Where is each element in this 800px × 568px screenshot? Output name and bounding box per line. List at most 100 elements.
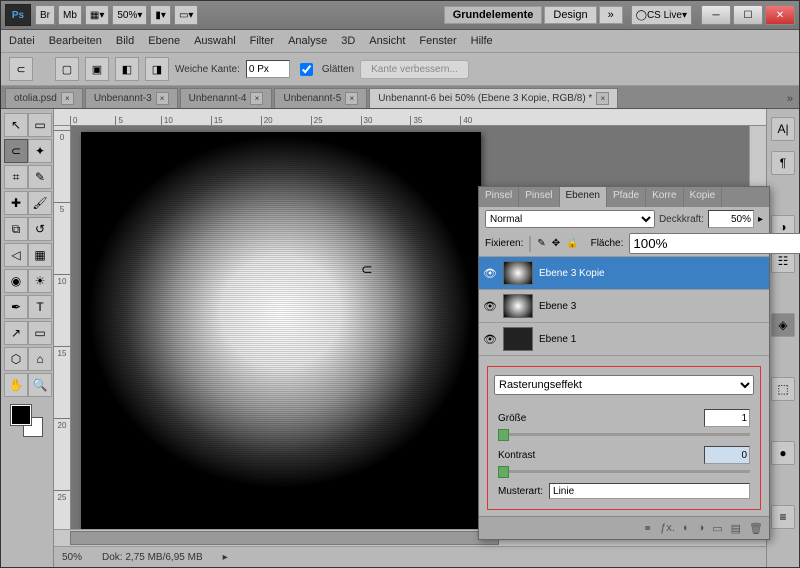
layer-thumb[interactable]	[503, 327, 533, 351]
visibility-icon[interactable]: 👁	[483, 300, 497, 313]
minibridge-btn[interactable]: Mb	[58, 5, 82, 25]
sel-intersect-icon[interactable]: ◨	[145, 57, 169, 81]
bridge-btn[interactable]: Br	[35, 5, 55, 25]
blend-mode-select[interactable]: Normal	[485, 210, 655, 228]
layers-panel-icon[interactable]: ◈	[771, 313, 795, 337]
pen-tool[interactable]: ✒	[4, 295, 28, 319]
tab-unbenannt6[interactable]: Unbenannt-6 bei 50% (Ebene 3 Kopie, RGB/…	[369, 88, 618, 108]
adjustment-icon[interactable]: ◑	[698, 522, 705, 534]
paragraph-panel-icon[interactable]: ¶	[771, 151, 795, 175]
menu-analyse[interactable]: Analyse	[288, 35, 327, 47]
workspace-more[interactable]: »	[599, 6, 623, 24]
close-icon[interactable]: ×	[156, 92, 169, 105]
menu-hilfe[interactable]: Hilfe	[471, 35, 493, 47]
layer-row[interactable]: 👁 Ebene 1	[479, 323, 769, 356]
lock-brush-icon[interactable]: ✎	[537, 238, 545, 249]
stamp-tool[interactable]: ⧉	[4, 217, 28, 241]
move-tool[interactable]: ↖	[4, 113, 28, 137]
presets-panel-icon[interactable]: ≡	[771, 505, 795, 529]
mask-icon[interactable]: ◐	[683, 522, 690, 534]
tab-kopie[interactable]: Kopie	[684, 187, 723, 207]
layer-row[interactable]: 👁 Ebene 3 Kopie	[479, 257, 769, 290]
close-icon[interactable]: ×	[596, 92, 609, 105]
menu-filter[interactable]: Filter	[250, 35, 274, 47]
effect-select[interactable]: Rasterungseffekt	[494, 375, 754, 395]
folder-icon[interactable]: ▭	[712, 522, 722, 535]
zoom-level-btn[interactable]: 50% ▾	[112, 5, 147, 25]
tab-otolia[interactable]: otolia.psd×	[5, 88, 83, 108]
feather-input[interactable]	[246, 60, 290, 78]
fx-icon[interactable]: ƒx.	[660, 522, 675, 534]
layer-row[interactable]: 👁 Ebene 3	[479, 290, 769, 323]
color-swatch[interactable]	[11, 405, 43, 437]
tab-korre[interactable]: Korre	[646, 187, 683, 207]
size-slider[interactable]	[498, 433, 750, 436]
new-layer-icon[interactable]: ▤	[731, 522, 741, 535]
heal-tool[interactable]: ✚	[4, 191, 28, 215]
tab-unbenannt3[interactable]: Unbenannt-3×	[85, 88, 178, 108]
visibility-icon[interactable]: 👁	[483, 267, 497, 280]
layer-thumb[interactable]	[503, 294, 533, 318]
opacity-input[interactable]	[708, 210, 754, 228]
menu-bild[interactable]: Bild	[116, 35, 134, 47]
gradient-tool[interactable]: ▦	[28, 243, 52, 267]
sel-new-icon[interactable]: ▢	[55, 57, 79, 81]
screenmode-btn[interactable]: ▭▾	[174, 5, 198, 25]
menu-auswahl[interactable]: Auswahl	[194, 35, 236, 47]
chevron-icon[interactable]: ▸	[758, 214, 763, 225]
blur-tool[interactable]: ◉	[4, 269, 28, 293]
dodge-tool[interactable]: ☀	[28, 269, 52, 293]
menu-ebene[interactable]: Ebene	[148, 35, 180, 47]
crop-tool[interactable]: ⌗	[4, 165, 28, 189]
lasso-tool[interactable]: ⊂	[4, 139, 28, 163]
tab-pfade[interactable]: Pfade	[607, 187, 646, 207]
status-zoom[interactable]: 50%	[62, 552, 82, 563]
close-icon[interactable]: ×	[61, 92, 74, 105]
hand-tool[interactable]: ✋	[4, 373, 28, 397]
close-btn[interactable]: ✕	[765, 5, 795, 25]
layer-name[interactable]: Ebene 3 Kopie	[539, 268, 605, 279]
brush-tool[interactable]: 🖌	[28, 191, 52, 215]
pattern-input[interactable]	[549, 483, 750, 499]
shape-tool[interactable]: ▭	[28, 321, 52, 345]
trash-icon[interactable]: 🗑	[749, 522, 763, 535]
camera-tool[interactable]: ⌂	[28, 347, 52, 371]
menu-ansicht[interactable]: Ansicht	[369, 35, 405, 47]
wand-tool[interactable]: ✦	[28, 139, 52, 163]
antialias-checkbox[interactable]	[300, 63, 313, 76]
menu-3d[interactable]: 3D	[341, 35, 355, 47]
layer-name[interactable]: Ebene 1	[539, 334, 576, 345]
eyedropper-tool[interactable]: ✎	[28, 165, 52, 189]
fill-input[interactable]	[629, 233, 800, 254]
eraser-tool[interactable]: ◁	[4, 243, 28, 267]
minimize-btn[interactable]: ─	[701, 5, 731, 25]
workspace-grundelemente[interactable]: Grundelemente	[444, 6, 543, 24]
link-icon[interactable]: ⚭	[643, 522, 652, 535]
visibility-icon[interactable]: 👁	[483, 333, 497, 346]
maximize-btn[interactable]: ☐	[733, 5, 763, 25]
menu-bearbeiten[interactable]: Bearbeiten	[49, 35, 102, 47]
tab-unbenannt4[interactable]: Unbenannt-4×	[180, 88, 273, 108]
status-arrow-icon[interactable]: ▸	[223, 552, 228, 563]
lock-move-icon[interactable]: ✥	[552, 238, 560, 249]
layer-name[interactable]: Ebene 3	[539, 301, 576, 312]
marquee-tool[interactable]: ▭	[28, 113, 52, 137]
zoom-tool[interactable]: 🔍	[28, 373, 52, 397]
menu-fenster[interactable]: Fenster	[419, 35, 456, 47]
close-icon[interactable]: ×	[345, 92, 358, 105]
view-extras-btn[interactable]: ▦▾	[85, 5, 109, 25]
sel-sub-icon[interactable]: ◧	[115, 57, 139, 81]
tab-pinsel2[interactable]: Pinsel	[519, 187, 559, 207]
arrange-btn[interactable]: ▮▾	[150, 5, 171, 25]
brush-panel-icon[interactable]: ●	[771, 441, 795, 465]
workspace-design[interactable]: Design	[544, 6, 596, 24]
contrast-input[interactable]	[704, 446, 750, 464]
close-icon[interactable]: ×	[250, 92, 263, 105]
size-input[interactable]	[704, 409, 750, 427]
tab-ebenen[interactable]: Ebenen	[560, 187, 607, 207]
tabs-overflow[interactable]: »	[781, 90, 799, 108]
path-tool[interactable]: ↗	[4, 321, 28, 345]
history-tool[interactable]: ↺	[28, 217, 52, 241]
sel-add-icon[interactable]: ▣	[85, 57, 109, 81]
tab-unbenannt5[interactable]: Unbenannt-5×	[274, 88, 367, 108]
